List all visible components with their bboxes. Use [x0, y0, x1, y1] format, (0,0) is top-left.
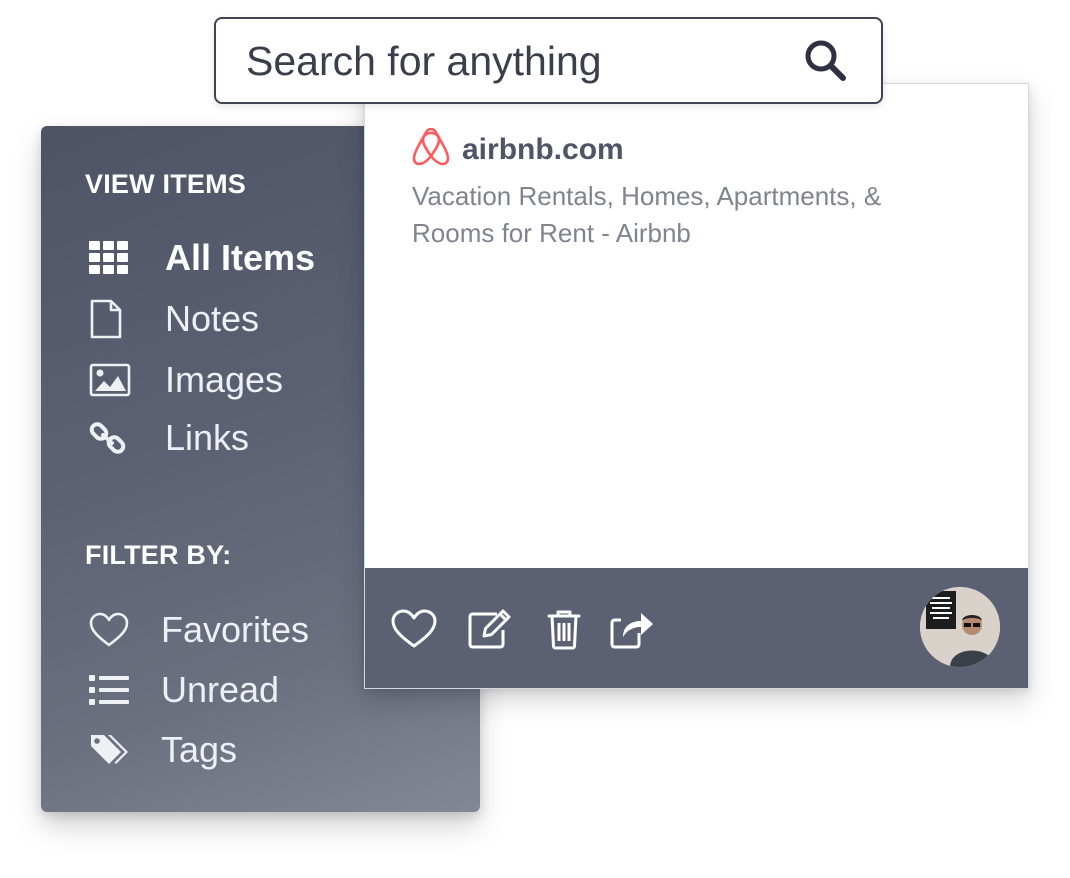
image-icon [89, 358, 133, 402]
filter-item-favorites[interactable]: Favorites [89, 606, 309, 654]
share-icon [609, 608, 655, 654]
result-domain[interactable]: airbnb.com [462, 133, 624, 167]
link-icon [89, 416, 133, 460]
trash-icon [546, 608, 582, 654]
tags-icon [89, 728, 133, 772]
share-button[interactable] [609, 608, 655, 654]
filter-item-tags[interactable]: Tags [89, 726, 237, 774]
view-items-heading: VIEW ITEMS [85, 169, 247, 199]
filter-item-label: Tags [161, 729, 238, 770]
filter-by-heading: FILTER BY: [85, 540, 232, 570]
list-icon [89, 668, 133, 712]
search-input[interactable] [246, 33, 786, 89]
search-icon [803, 38, 847, 86]
filter-item-label: Unread [161, 669, 280, 710]
card-action-bar [365, 568, 1028, 688]
heart-icon [89, 608, 133, 652]
result-description: Vacation Rentals, Homes, Apartments, & R… [412, 181, 882, 248]
edit-button[interactable] [467, 608, 513, 654]
sidebar-item-notes[interactable]: Notes [89, 295, 259, 343]
sidebar-item-label: All Items [165, 237, 316, 278]
sidebar-item-label: Links [165, 417, 250, 458]
search-bar [214, 17, 883, 104]
sidebar-item-label: Notes [165, 298, 260, 339]
user-avatar[interactable] [920, 587, 1000, 667]
sidebar-item-links[interactable]: Links [89, 414, 249, 462]
sidebar-item-images[interactable]: Images [89, 356, 283, 404]
search-result[interactable]: airbnb.com Vacation Rentals, Homes, Apar… [412, 127, 932, 252]
delete-button[interactable] [541, 608, 587, 654]
favorite-button[interactable] [391, 608, 437, 654]
sidebar-item-all-items[interactable]: All Items [89, 234, 315, 282]
search-result-card: airbnb.com Vacation Rentals, Homes, Apar… [364, 83, 1029, 689]
filter-item-unread[interactable]: Unread [89, 666, 279, 714]
edit-icon [467, 608, 513, 654]
airbnb-logo-icon [412, 127, 450, 172]
grid-icon [89, 236, 133, 280]
app-stage: VIEW ITEMS All Items Notes Images Links … [0, 0, 1070, 878]
filter-item-label: Favorites [161, 609, 310, 650]
document-icon [89, 297, 133, 341]
sidebar-item-label: Images [165, 359, 284, 400]
heart-icon [391, 609, 437, 653]
search-button[interactable] [803, 40, 847, 84]
